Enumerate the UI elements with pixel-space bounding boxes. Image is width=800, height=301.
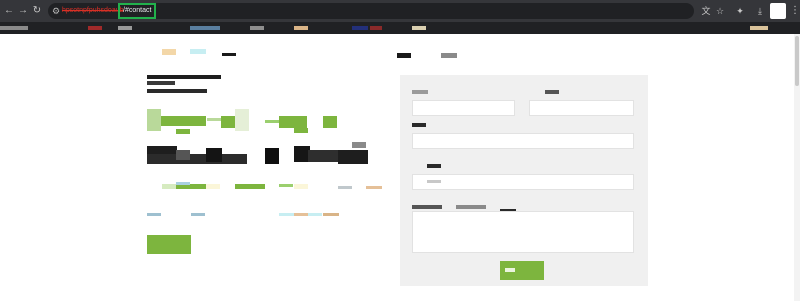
browser-toolbar: ← → ↻ ⚙ hpsotnpfpuhsdoaub /#contact 文 ☆ … [0, 0, 800, 22]
nav-item[interactable] [397, 53, 411, 58]
scrollbar-thumb[interactable] [795, 36, 799, 86]
last-name-field[interactable] [529, 100, 634, 116]
subtext [366, 186, 382, 189]
field-placeholder [427, 180, 441, 183]
url-host-redacted: hpsotnpfpuhsdoaub [62, 7, 124, 14]
heading-line [147, 81, 175, 85]
bookmark-item[interactable] [750, 26, 768, 30]
field-label [412, 123, 426, 127]
nav-item[interactable] [441, 53, 457, 58]
contact-detail [191, 213, 205, 216]
dark-text [265, 148, 279, 164]
phone-field[interactable] [412, 174, 634, 190]
bookmark-item[interactable] [88, 26, 102, 30]
highlight-text [235, 109, 249, 131]
contact-detail [279, 213, 295, 216]
bookmark-item[interactable] [118, 26, 132, 30]
dark-text [338, 150, 368, 164]
star-icon[interactable]: ☆ [714, 4, 726, 18]
url-fragment-highlight: /#contact [118, 3, 156, 19]
address-bar[interactable]: ⚙ hpsotnpfpuhsdoaub /#contact [48, 3, 694, 19]
contact-form [400, 75, 648, 286]
highlight-text [294, 128, 308, 133]
bookmark-item[interactable] [370, 26, 382, 30]
heading-line [147, 75, 221, 79]
email-field[interactable] [412, 133, 634, 149]
subtext [338, 186, 352, 189]
highlight-text [221, 116, 235, 128]
subtext [279, 184, 293, 187]
subtext [206, 184, 220, 189]
bookmark-item[interactable] [190, 26, 220, 30]
bookmark-item[interactable] [352, 26, 368, 30]
field-label [545, 90, 559, 94]
first-name-field[interactable] [412, 100, 515, 116]
field-label [456, 205, 486, 209]
scrollbar[interactable] [794, 34, 800, 301]
submit-label [505, 268, 515, 272]
translate-icon[interactable]: 文 [700, 4, 712, 18]
contact-page [0, 34, 800, 301]
field-label [427, 164, 441, 168]
contact-detail [308, 213, 322, 216]
submit-button[interactable] [500, 261, 544, 280]
download-icon[interactable]: ⤓ [754, 4, 766, 18]
logo-fragment [162, 49, 176, 55]
subtext [294, 184, 308, 189]
dark-text [147, 154, 247, 164]
avatar[interactable] [770, 3, 786, 19]
highlight-text [279, 116, 307, 128]
highlight-text [323, 116, 337, 128]
nav-item[interactable] [222, 53, 236, 56]
subtext [235, 184, 265, 189]
reload-icon[interactable]: ↻ [31, 4, 43, 18]
cta-button[interactable] [147, 235, 191, 254]
dark-text [352, 142, 366, 148]
kebab-menu-icon[interactable]: ⋮ [790, 4, 800, 18]
tune-icon[interactable]: ⚙ [52, 4, 62, 18]
contact-detail [294, 213, 308, 216]
highlight-text [265, 120, 279, 123]
bookmark-item[interactable] [412, 26, 426, 30]
highlight-text [176, 129, 190, 134]
contact-detail [147, 213, 161, 216]
field-label [412, 90, 428, 94]
arrow-left-icon[interactable]: ← [3, 4, 15, 18]
highlight-text [161, 116, 206, 126]
field-label [412, 205, 442, 209]
heading-line [147, 89, 207, 93]
dark-text [176, 150, 190, 160]
bookmark-item[interactable] [0, 26, 28, 30]
dark-text [147, 146, 177, 154]
contact-detail [323, 213, 339, 216]
arrow-right-icon[interactable]: → [17, 4, 29, 18]
bookmark-item[interactable] [250, 26, 264, 30]
logo-fragment [190, 49, 206, 54]
subtext [176, 182, 190, 185]
subtext [162, 184, 176, 189]
bookmark-item[interactable] [294, 26, 308, 30]
highlight-text [207, 118, 221, 121]
message-textarea[interactable] [412, 211, 634, 253]
dark-text [206, 148, 222, 162]
puzzle-icon[interactable]: ✦ [734, 4, 746, 18]
dark-text [308, 150, 338, 162]
bookmarks-bar [0, 22, 800, 34]
highlight-text [147, 109, 161, 131]
